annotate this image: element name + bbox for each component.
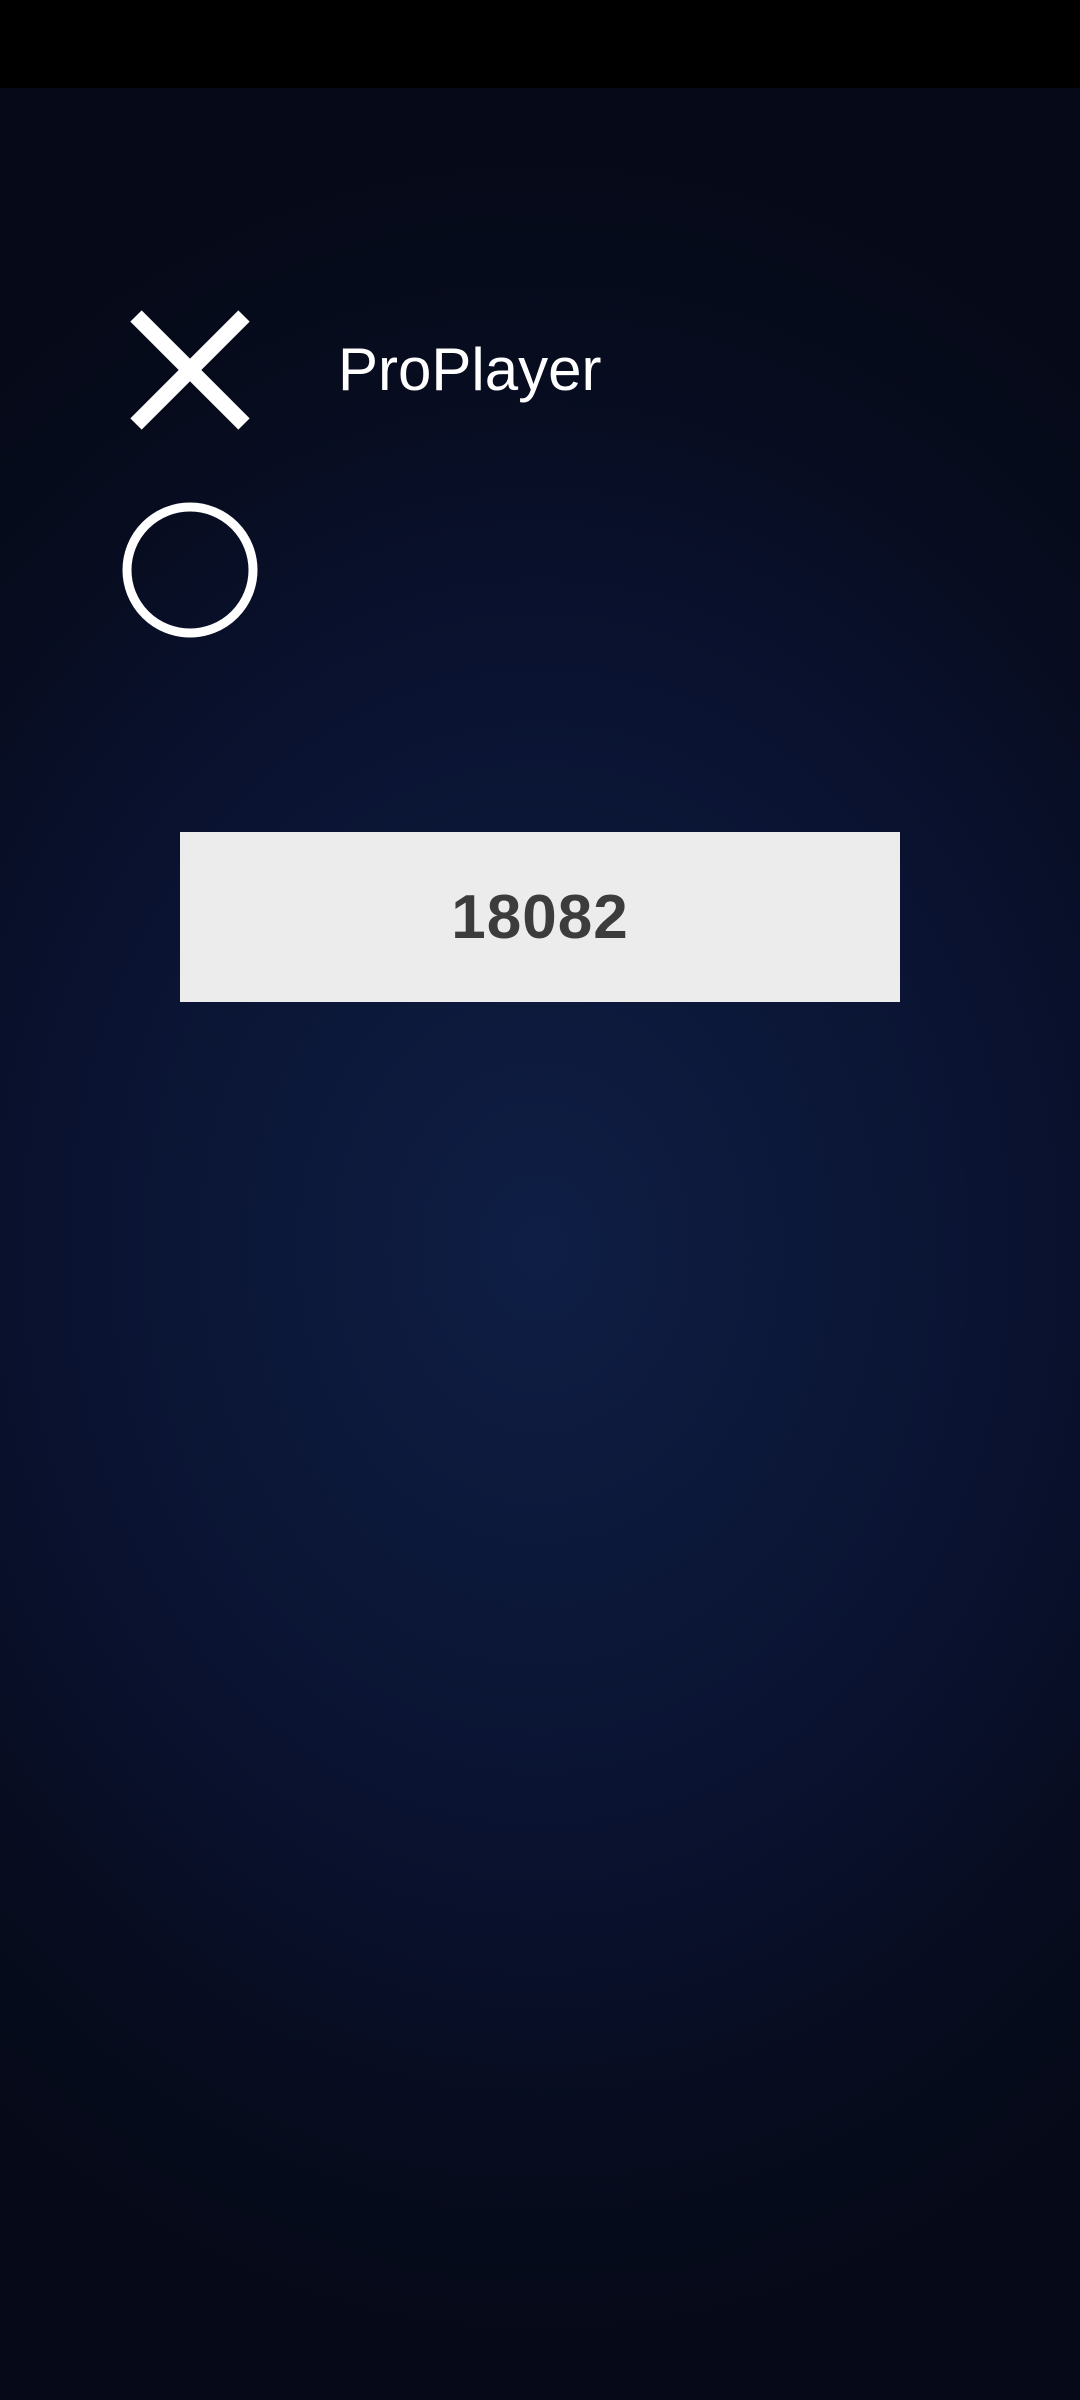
player-x-name: ProPlayer [338,336,602,403]
player-o-row [120,500,1040,640]
status-bar [0,0,1080,88]
o-mark-icon [120,500,260,640]
player-x-row: ProPlayer [120,300,1040,440]
score-button[interactable]: 18082 [180,832,900,1002]
x-mark-icon [120,300,260,440]
score-value: 18082 [451,882,629,952]
